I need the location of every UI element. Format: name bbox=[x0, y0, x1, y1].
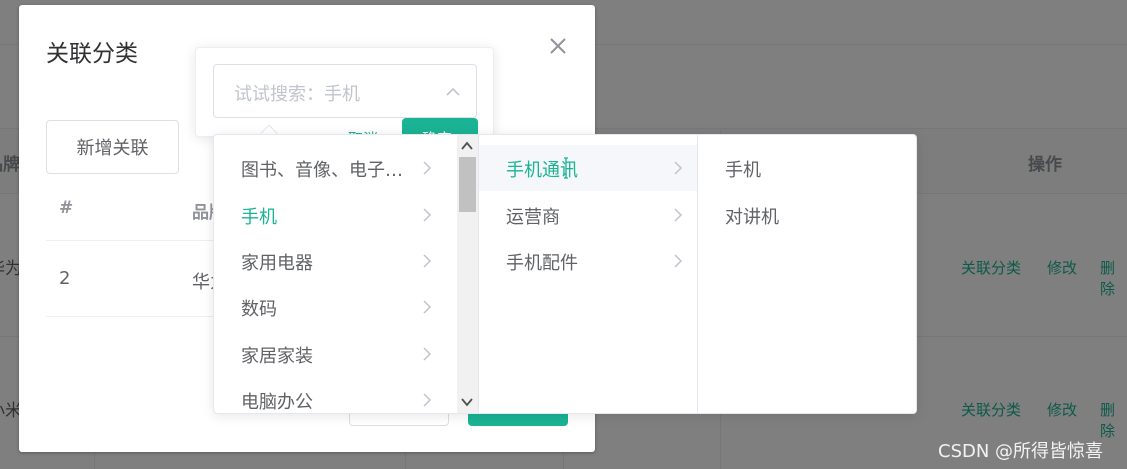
dialog-title: 关联分类 bbox=[46, 41, 138, 67]
close-icon[interactable] bbox=[547, 35, 569, 57]
watermark: CSDN @所得皆惊喜 bbox=[938, 441, 1104, 462]
option-label: 家居家装 bbox=[241, 346, 313, 367]
column-index-header: # bbox=[59, 198, 74, 218]
cascader-option[interactable]: 手机 bbox=[698, 145, 916, 191]
chevron-right-icon bbox=[671, 160, 685, 176]
chevron-right-icon bbox=[420, 253, 434, 269]
cascader-option[interactable]: 运营商 bbox=[479, 192, 697, 238]
option-label: 运营商 bbox=[506, 207, 560, 228]
text-cursor-icon bbox=[563, 157, 568, 179]
chevron-right-icon bbox=[420, 160, 434, 176]
option-label: 电脑办公 bbox=[241, 392, 313, 413]
cascader-menu-level2: 手机通讯 运营商 手机配件 bbox=[479, 135, 698, 413]
category-popover: 试试搜索：手机 取消 确定 bbox=[195, 47, 494, 138]
row-index: 2 bbox=[59, 268, 71, 289]
option-label: 家用电器 bbox=[241, 253, 313, 274]
cascader-option[interactable]: 图书、音像、电子… bbox=[214, 145, 458, 191]
option-label: 手机 bbox=[241, 207, 277, 228]
cascader-input[interactable]: 试试搜索：手机 bbox=[213, 64, 477, 118]
chevron-right-icon bbox=[420, 207, 434, 223]
cascader-menu-level1: 图书、音像、电子… 手机 家用电器 数码 家居家装 电脑办公 bbox=[214, 135, 479, 413]
cascader-option-active[interactable]: 手机 bbox=[214, 192, 458, 238]
cascader-option[interactable]: 数码 bbox=[214, 284, 458, 330]
chevron-right-icon bbox=[671, 207, 685, 223]
cascader-menu-level3: 手机 对讲机 bbox=[698, 135, 916, 413]
option-label: 手机 bbox=[725, 160, 761, 181]
option-label: 图书、音像、电子… bbox=[241, 160, 403, 181]
chevron-down-icon[interactable] bbox=[460, 394, 474, 408]
cascader-option[interactable]: 对讲机 bbox=[698, 192, 916, 238]
chevron-right-icon bbox=[420, 392, 434, 408]
option-label: 对讲机 bbox=[725, 207, 779, 228]
add-association-button[interactable]: 新增关联 bbox=[46, 120, 179, 174]
option-label: 手机配件 bbox=[506, 253, 578, 274]
menu-scrollbar[interactable] bbox=[457, 135, 478, 413]
cascader-placeholder: 试试搜索：手机 bbox=[234, 84, 360, 105]
option-label: 数码 bbox=[241, 299, 277, 320]
chevron-up-icon[interactable] bbox=[444, 83, 462, 101]
cascader-option[interactable]: 家居家装 bbox=[214, 331, 458, 377]
chevron-right-icon bbox=[420, 346, 434, 362]
chevron-right-icon bbox=[420, 299, 434, 315]
cascader-option[interactable]: 家用电器 bbox=[214, 238, 458, 284]
scrollbar-thumb[interactable] bbox=[459, 157, 476, 212]
cascader-option[interactable]: 手机配件 bbox=[479, 238, 697, 284]
cascader-option-active[interactable]: 手机通讯 bbox=[479, 145, 697, 191]
cascader-option[interactable]: 电脑办公 bbox=[214, 377, 458, 413]
chevron-right-icon bbox=[671, 253, 685, 269]
chevron-up-icon[interactable] bbox=[460, 138, 474, 152]
